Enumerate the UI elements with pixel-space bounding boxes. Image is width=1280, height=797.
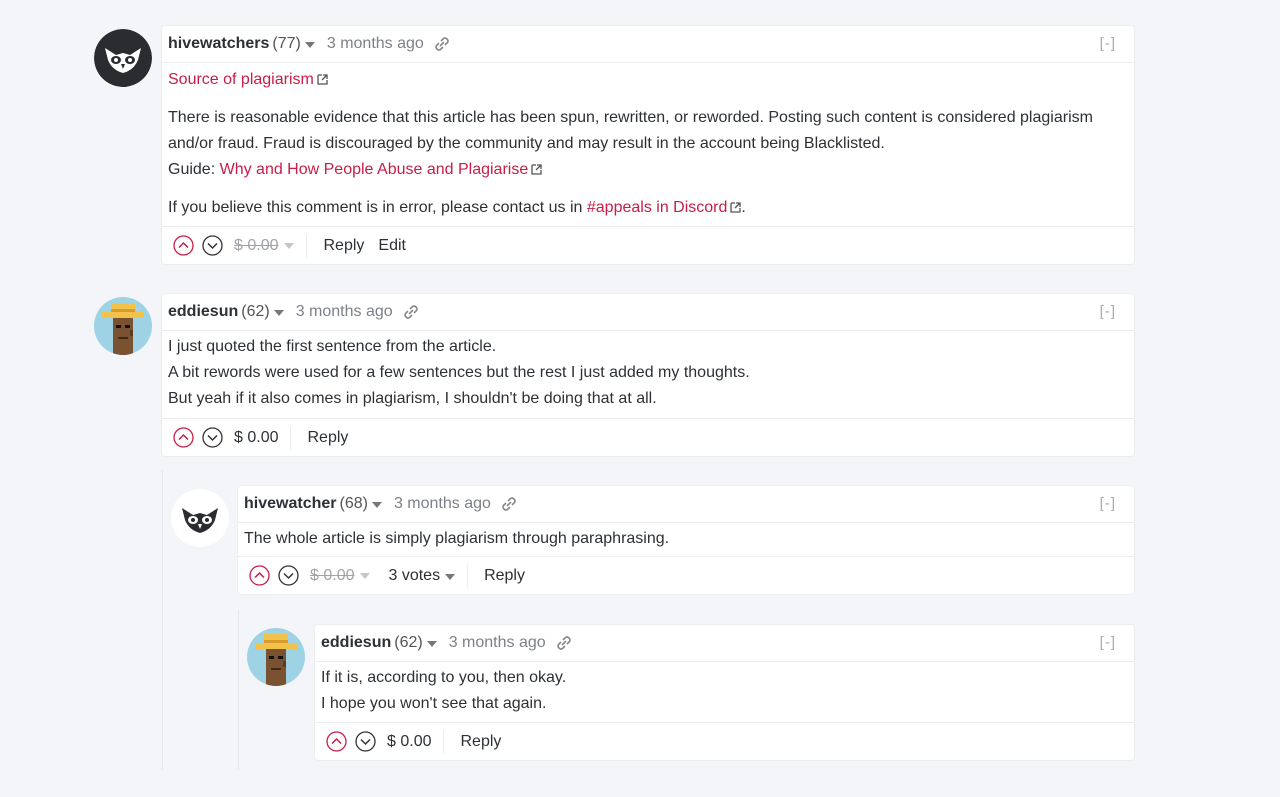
collapse-toggle[interactable]: [-] <box>1100 303 1116 320</box>
upvote-icon[interactable] <box>249 565 270 586</box>
author-menu-caret-icon[interactable] <box>273 310 284 316</box>
author-name[interactable]: hivewatcher <box>244 495 336 513</box>
avatar[interactable] <box>94 297 152 355</box>
votes-count: 3 votes <box>388 566 441 584</box>
comment-line: A bit rewords were used for a few senten… <box>168 364 750 381</box>
payout-value[interactable]: $ 0.00 <box>310 567 354 585</box>
timestamp[interactable]: 3 months ago <box>449 634 546 652</box>
comment-footer: $ 0.00 3 votes Reply <box>238 556 1134 594</box>
payout-caret-icon[interactable] <box>284 242 295 249</box>
downvote-icon[interactable] <box>202 235 223 256</box>
external-link-icon <box>531 164 542 175</box>
reply-button[interactable]: Reply <box>484 567 525 585</box>
comment-header: eddiesun (62) 3 months ago [-] <box>315 625 1134 662</box>
external-link-icon <box>730 202 742 213</box>
guide-prefix: Guide: <box>168 161 220 178</box>
payout-value[interactable]: $ 0.00 <box>234 237 278 255</box>
timestamp[interactable]: 3 months ago <box>394 495 491 513</box>
author-name[interactable]: hivewatchers <box>168 35 269 53</box>
author-menu-caret-icon[interactable] <box>304 42 315 48</box>
comment-line: I hope you won't see that again. <box>321 695 547 712</box>
author-menu-caret-icon[interactable] <box>426 641 437 647</box>
comment-header: eddiesun (62) 3 months ago [-] <box>162 294 1134 331</box>
comment-header: hivewatchers (77) 3 months ago [-] <box>162 26 1134 63</box>
comment-body: If it is, according to you, then okay. I… <box>315 662 1134 717</box>
timestamp[interactable]: 3 months ago <box>327 35 424 53</box>
author-reputation: (68) <box>339 495 368 512</box>
thread-line-level2 <box>238 610 239 770</box>
upvote-icon[interactable] <box>173 427 194 448</box>
divider <box>306 233 308 258</box>
author-reputation: (62) <box>241 303 270 320</box>
source-link[interactable]: Source of plagiarism <box>168 71 314 88</box>
permalink-icon[interactable] <box>556 635 572 651</box>
appeal-prefix: If you believe this comment is in error,… <box>168 199 587 216</box>
comment-paragraph: There is reasonable evidence that this a… <box>168 109 1093 152</box>
reply-button[interactable]: Reply <box>307 429 348 447</box>
reply-button[interactable]: Reply <box>460 733 501 751</box>
permalink-icon[interactable] <box>434 36 450 52</box>
pixel-avatar-icon <box>247 628 305 686</box>
payout-value[interactable]: $ 0.00 <box>234 429 278 447</box>
comment-card: eddiesun (62) 3 months ago [-] If it is,… <box>314 624 1135 761</box>
author-menu-caret-icon[interactable] <box>371 502 382 508</box>
author-reputation: (62) <box>394 634 423 651</box>
guide-link[interactable]: Why and How People Abuse and Plagiarise <box>220 161 529 178</box>
timestamp[interactable]: 3 months ago <box>296 303 393 321</box>
divider <box>290 425 292 450</box>
comment-card: eddiesun (62) 3 months ago [-] I just qu… <box>161 293 1135 457</box>
downvote-icon[interactable] <box>202 427 223 448</box>
comment-body: I just quoted the first sentence from th… <box>162 331 1134 412</box>
comment-line: I just quoted the first sentence from th… <box>168 338 497 355</box>
avatar[interactable] <box>171 489 229 547</box>
comment-line: The whole article is simply plagiarism t… <box>244 530 670 547</box>
appeal-suffix: . <box>741 199 746 216</box>
comment-line: If it is, according to you, then okay. <box>321 669 567 686</box>
comment-body: Source of plagiarism There is reasonable… <box>162 63 1134 221</box>
edit-button[interactable]: Edit <box>378 237 406 255</box>
comment-body: The whole article is simply plagiarism t… <box>238 523 1134 552</box>
upvote-icon[interactable] <box>326 731 347 752</box>
reply-button[interactable]: Reply <box>323 237 364 255</box>
collapse-toggle[interactable]: [-] <box>1100 634 1116 651</box>
upvote-icon[interactable] <box>173 235 194 256</box>
collapse-toggle[interactable]: [-] <box>1100 35 1116 52</box>
discord-appeals-link[interactable]: #appeals in Discord <box>587 199 728 216</box>
avatar[interactable] <box>247 628 305 686</box>
external-link-icon <box>317 74 328 85</box>
author-name[interactable]: eddiesun <box>168 303 238 321</box>
author-name[interactable]: eddiesun <box>321 634 391 652</box>
author-reputation: (77) <box>272 35 301 52</box>
downvote-icon[interactable] <box>278 565 299 586</box>
comment-footer: $ 0.00 Reply <box>315 722 1134 760</box>
collapse-toggle[interactable]: [-] <box>1100 495 1116 512</box>
comment-card: hivewatchers (77) 3 months ago [-] Sourc… <box>161 25 1135 265</box>
divider <box>443 729 445 754</box>
comment-footer: $ 0.00 Reply Edit <box>162 226 1134 264</box>
downvote-icon[interactable] <box>355 731 376 752</box>
comment-card: hivewatcher (68) 3 months ago [-] The wh… <box>237 485 1135 595</box>
pixel-avatar-icon <box>94 297 152 355</box>
payout-caret-icon[interactable] <box>360 572 371 579</box>
owl-logo-icon <box>94 29 152 87</box>
votes-caret-icon <box>445 573 456 580</box>
divider <box>467 563 469 588</box>
votes-dropdown[interactable]: 3 votes <box>388 566 456 585</box>
owl-logo-icon <box>171 489 229 547</box>
comment-footer: $ 0.00 Reply <box>162 418 1134 456</box>
comment-line: But yeah if it also comes in plagiarism,… <box>168 390 657 407</box>
avatar[interactable] <box>94 29 152 87</box>
permalink-icon[interactable] <box>403 304 419 320</box>
permalink-icon[interactable] <box>501 496 517 512</box>
payout-value[interactable]: $ 0.00 <box>387 733 431 751</box>
thread-line-level1 <box>162 470 163 770</box>
comment-header: hivewatcher (68) 3 months ago [-] <box>238 486 1134 523</box>
